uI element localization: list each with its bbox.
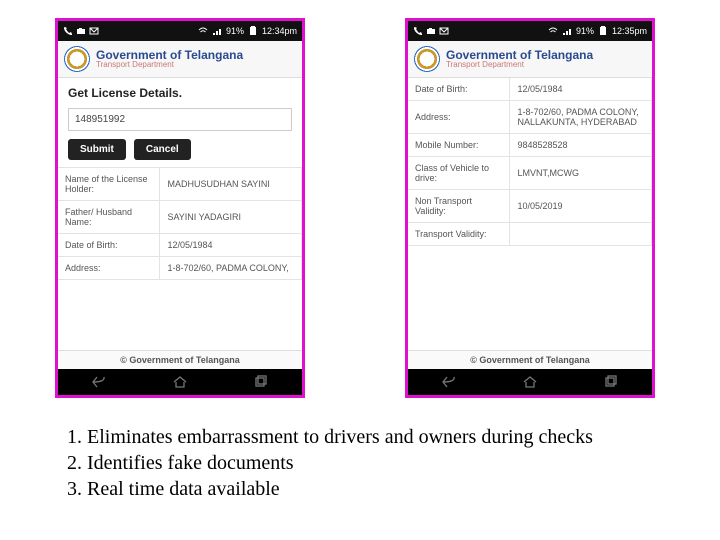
- content-area: Get License Details. 148951992 Submit Ca…: [58, 78, 302, 350]
- status-bar: 91% 12:34pm: [58, 21, 302, 41]
- phone-left: 91% 12:34pm Government of Telangana Tran…: [55, 18, 305, 398]
- list-item: Real time data available: [87, 476, 593, 502]
- row-value: 10/05/2019: [509, 189, 652, 223]
- details-table: Date of Birth: 12/05/1984 Address: 1-8-7…: [408, 78, 652, 246]
- row-label: Non Transport Validity:: [408, 189, 510, 223]
- phone-right: 91% 12:35pm Government of Telangana Tran…: [405, 18, 655, 398]
- row-label: Address:: [408, 100, 510, 134]
- list-item: Eliminates embarrassment to drivers and …: [87, 424, 593, 450]
- page-title: Get License Details.: [58, 78, 302, 106]
- phone-icon: [413, 26, 423, 36]
- signal-icon: [212, 26, 222, 36]
- row-value: MADHUSUDHAN SAYINI: [159, 167, 302, 201]
- row-label: Address:: [58, 256, 160, 280]
- battery-pct: 91%: [576, 26, 594, 36]
- battery-pct: 91%: [226, 26, 244, 36]
- row-value: 12/05/1984: [509, 78, 652, 101]
- feature-list: Eliminates embarrassment to drivers and …: [65, 424, 593, 502]
- row-label: Father/ Husband Name:: [58, 200, 160, 234]
- row-label: Name of the License Holder:: [58, 167, 160, 201]
- app-footer: © Government of Telangana: [408, 350, 652, 369]
- row-label: Transport Validity:: [408, 222, 510, 246]
- clock-time: 12:34pm: [262, 26, 297, 36]
- submit-button[interactable]: Submit: [68, 139, 126, 160]
- recents-icon[interactable]: [253, 375, 269, 389]
- signal-icon: [562, 26, 572, 36]
- row-value: 9848528528: [509, 133, 652, 157]
- row-label: Date of Birth:: [58, 233, 160, 257]
- back-icon[interactable]: [91, 375, 107, 389]
- state-emblem-icon: [414, 46, 440, 72]
- mail-icon: [89, 26, 99, 36]
- wifi-icon: [548, 26, 558, 36]
- dept-subtitle: Transport Department: [96, 61, 243, 69]
- android-navbar: [58, 369, 302, 395]
- license-number-input[interactable]: 148951992: [68, 108, 292, 131]
- mail-icon: [439, 26, 449, 36]
- phone-icon: [63, 26, 73, 36]
- row-value: 12/05/1984: [159, 233, 302, 257]
- row-label: Class of Vehicle to drive:: [408, 156, 510, 190]
- home-icon[interactable]: [172, 375, 188, 389]
- status-bar: 91% 12:35pm: [408, 21, 652, 41]
- recents-icon[interactable]: [603, 375, 619, 389]
- row-label: Date of Birth:: [408, 78, 510, 101]
- camera-icon: [76, 26, 86, 36]
- android-navbar: [408, 369, 652, 395]
- list-item: Identifies fake documents: [87, 450, 593, 476]
- battery-icon: [248, 26, 258, 36]
- row-label: Mobile Number:: [408, 133, 510, 157]
- state-emblem-icon: [64, 46, 90, 72]
- row-value: LMVNT,MCWG: [509, 156, 652, 190]
- cancel-button[interactable]: Cancel: [134, 139, 191, 160]
- row-value: [509, 222, 652, 246]
- row-value: SAYINI YADAGIRI: [159, 200, 302, 234]
- battery-icon: [598, 26, 608, 36]
- row-value: 1-8-702/60, PADMA COLONY, NALLAKUNTA, HY…: [509, 100, 652, 134]
- wifi-icon: [198, 26, 208, 36]
- app-footer: © Government of Telangana: [58, 350, 302, 369]
- row-value: 1-8-702/60, PADMA COLONY,: [159, 256, 302, 280]
- dept-subtitle: Transport Department: [446, 61, 593, 69]
- home-icon[interactable]: [522, 375, 538, 389]
- camera-icon: [426, 26, 436, 36]
- content-area: Date of Birth: 12/05/1984 Address: 1-8-7…: [408, 78, 652, 350]
- details-table: Name of the License Holder: MADHUSUDHAN …: [58, 168, 302, 280]
- clock-time: 12:35pm: [612, 26, 647, 36]
- back-icon[interactable]: [441, 375, 457, 389]
- app-header: Government of Telangana Transport Depart…: [58, 41, 302, 78]
- app-header: Government of Telangana Transport Depart…: [408, 41, 652, 78]
